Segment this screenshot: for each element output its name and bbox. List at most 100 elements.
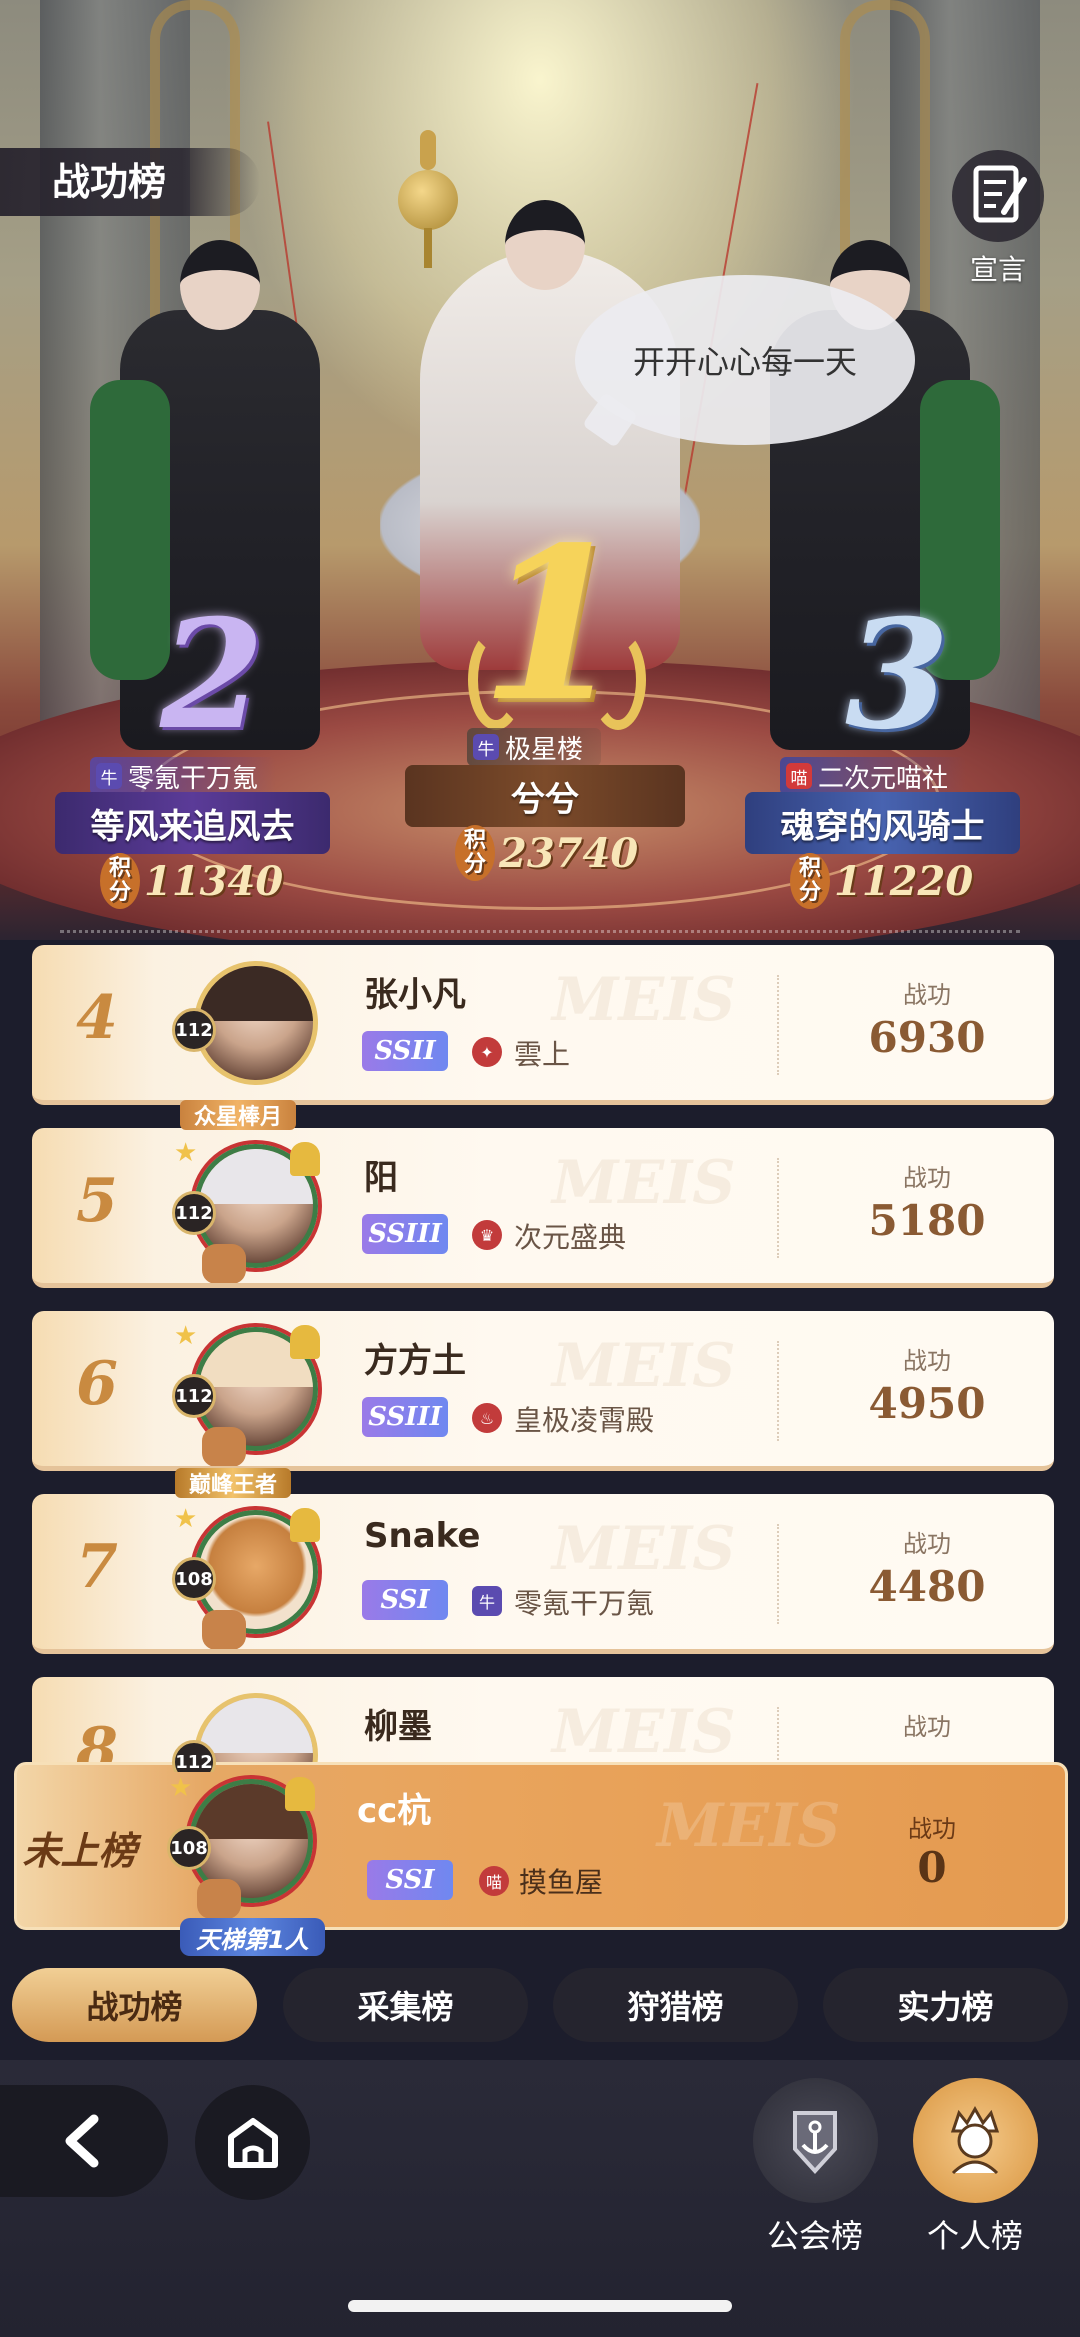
list-item[interactable]: 4 MEIS 112 张小凡 SSII ✦ 雲上 战功 6930: [32, 945, 1054, 1105]
avatar[interactable]: 112 ★: [172, 1136, 322, 1283]
crown-icon: ♛: [472, 1220, 502, 1250]
score-label: 战功: [908, 1815, 956, 1843]
list-item[interactable]: 5 MEIS 112 ★ 阳 SSIII ♛ 次元盛典 战功 5180: [32, 1128, 1054, 1288]
tab-merit[interactable]: 战功榜: [12, 1968, 257, 2042]
avatar[interactable]: 112: [172, 953, 322, 1100]
guild-board-label: 公会榜: [766, 2217, 863, 2255]
bell-icon: [290, 1142, 320, 1176]
my-guild: 摸鱼屋: [519, 1866, 604, 1899]
anchor-shield-icon: [752, 2078, 878, 2203]
row-name: 阳: [364, 1158, 398, 1198]
level-badge: 112: [172, 1191, 216, 1235]
back-icon: [65, 2114, 99, 2168]
divider: [60, 930, 1020, 933]
row-guild: 皇极凌霄殿: [514, 1404, 655, 1437]
guild-board-button[interactable]: 公会榜: [750, 2078, 880, 2257]
list-item[interactable]: 7 MEIS 108 ★ Snake SSI 牛 零氪干万氪 战功 4480: [32, 1494, 1054, 1654]
podium-rank-3: 3: [845, 587, 950, 763]
title-badge: 众星棒月: [180, 1100, 297, 1130]
row-watermark: MEIS: [552, 965, 736, 1035]
list-item[interactable]: 6 MEIS 112 ★ 方方土 SSIII ♨ 皇极凌霄殿 战功 4950: [32, 1311, 1054, 1471]
tier-badge: SSI: [367, 1860, 453, 1900]
row-name: Snake: [364, 1516, 481, 1556]
declare-button[interactable]: 宣言: [950, 150, 1046, 288]
tab-hunting[interactable]: 狩猎榜: [553, 1968, 798, 2042]
tier-badge: SSII: [362, 1031, 448, 1071]
row-rank: 4: [76, 983, 118, 1053]
home-indicator[interactable]: [348, 2300, 732, 2312]
level-badge: 112: [172, 1374, 216, 1418]
oil-lamp: [398, 120, 458, 270]
avatar[interactable]: 108 ★: [172, 1502, 322, 1649]
avatar[interactable]: 108 ★: [167, 1771, 317, 1921]
unranked-label: 未上榜: [22, 1829, 137, 1873]
row-separator: [777, 1158, 779, 1258]
back-button[interactable]: [0, 2085, 168, 2197]
podium-3-score-value: 11220: [834, 857, 974, 905]
row-separator: [777, 1341, 779, 1441]
avatar[interactable]: 112 ★: [172, 1319, 322, 1466]
tier-badge: SSIII: [362, 1397, 448, 1437]
podium-2-name[interactable]: 等风来追风去: [55, 792, 330, 854]
row-score: 5180: [868, 1196, 986, 1245]
row-rank: 6: [76, 1349, 118, 1419]
points-label: 积分: [790, 853, 830, 909]
bell-icon: [290, 1325, 320, 1359]
page-title: 战功榜: [0, 148, 260, 216]
podium-3-name[interactable]: 魂穿的风骑士: [745, 792, 1020, 854]
home-icon: [227, 2117, 278, 2168]
score-label: 战功: [903, 1530, 951, 1558]
level-badge: 112: [172, 1008, 216, 1052]
guild-icon: ✦: [472, 1037, 502, 1067]
row-name: 柳墨: [364, 1707, 432, 1747]
row-watermark: MEIS: [552, 1148, 736, 1218]
score-label: 战功: [903, 1164, 951, 1192]
home-button[interactable]: [195, 2085, 310, 2200]
level-badge: 108: [172, 1557, 216, 1601]
row-watermark: MEIS: [552, 1514, 736, 1584]
row-name: 张小凡: [364, 975, 466, 1015]
my-score: 0: [917, 1843, 947, 1892]
podium-rank-2: 2: [160, 587, 265, 763]
row-name: 方方土: [364, 1341, 466, 1381]
board-tabs: 战功榜 采集榜 狩猎榜 实力榜: [0, 1968, 1080, 2048]
tab-strength[interactable]: 实力榜: [823, 1968, 1068, 2042]
podium-1-guild-name: 极星楼: [505, 734, 584, 765]
podium-3-score: 积分 11220: [790, 853, 973, 909]
bell-icon: [285, 1777, 315, 1811]
row-rank: 5: [76, 1166, 118, 1236]
bottom-bar: 公会榜 个人榜: [0, 2060, 1080, 2337]
podium-rank-1: 1: [480, 501, 627, 748]
podium-3-guild-name: 二次元喵社: [818, 763, 949, 794]
my-rank-row[interactable]: MEIS 未上榜 108 ★ cc杭 SSI 喵 摸鱼屋 战功 0: [14, 1762, 1068, 1930]
title-badge: 天梯第1人: [180, 1918, 325, 1956]
row-score: 4480: [868, 1562, 986, 1611]
podium-3-guild: 喵 二次元喵社: [780, 757, 967, 795]
star-icon: ★: [174, 1504, 198, 1534]
podium-2-guild-name: 零氪干万氪: [128, 763, 259, 794]
score-label: 战功: [903, 1347, 951, 1375]
podium-1-name[interactable]: 兮兮: [405, 765, 685, 827]
my-name: cc杭: [357, 1791, 432, 1831]
personal-avatar-icon: [912, 2078, 1038, 2203]
row-separator: [777, 1524, 779, 1624]
cat-icon: 喵: [479, 1866, 509, 1896]
cookie-icon: [197, 1879, 241, 1919]
points-label: 积分: [455, 825, 495, 881]
star-icon: ★: [174, 1321, 198, 1351]
tab-gathering[interactable]: 采集榜: [283, 1968, 528, 2042]
flame-icon: ♨: [472, 1403, 502, 1433]
guild-icon: 喵: [786, 763, 812, 789]
level-badge: 108: [167, 1826, 211, 1870]
score-label: 战功: [903, 1713, 951, 1741]
personal-board-button[interactable]: 个人榜: [910, 2078, 1040, 2257]
star-icon: ★: [174, 1138, 198, 1168]
declare-icon: [952, 150, 1044, 242]
row-rank: 7: [76, 1532, 118, 1602]
tier-badge: SSI: [362, 1580, 448, 1620]
tier-badge: SSIII: [362, 1214, 448, 1254]
podium-2-score-value: 11340: [144, 857, 284, 905]
podium-1-score-value: 23740: [499, 829, 639, 877]
score-label: 战功: [903, 981, 951, 1009]
personal-board-label: 个人榜: [926, 2217, 1023, 2255]
